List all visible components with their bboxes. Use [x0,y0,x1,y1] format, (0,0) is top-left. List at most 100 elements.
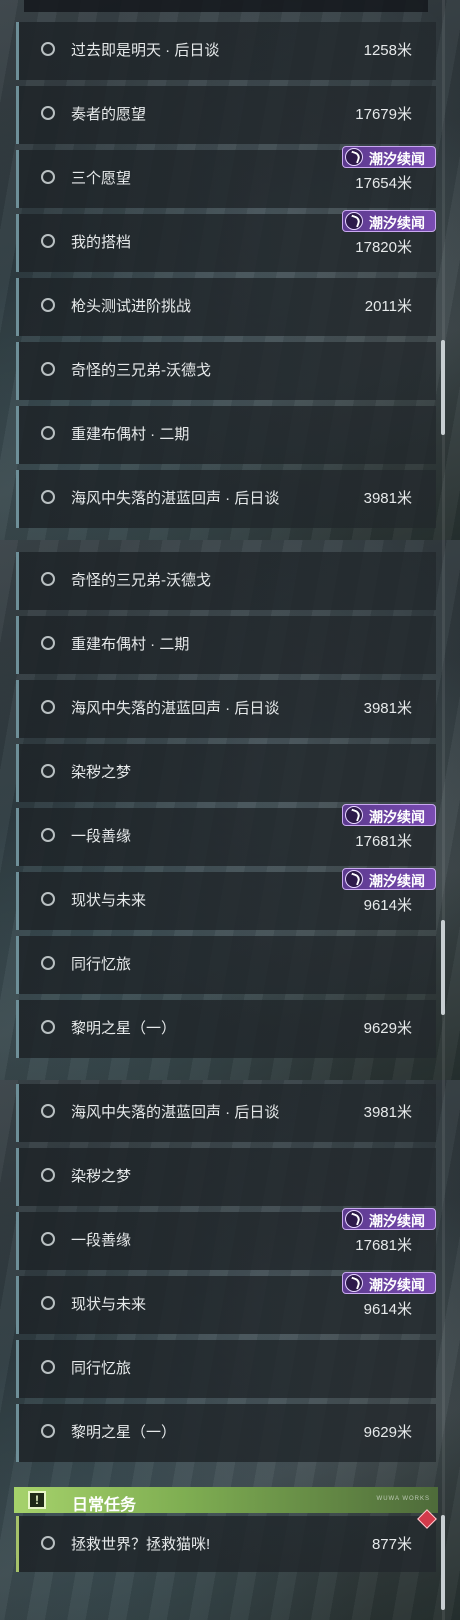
quest-row[interactable]: 海风中失落的湛蓝回声 · 后日谈 3981米 [16,470,436,528]
quest-distance: 877米 [371,1536,412,1553]
radio-icon[interactable] [41,106,55,120]
radio-icon[interactable] [41,1020,55,1034]
tide-badge: 潮汐续闻 [342,146,436,168]
radio-icon[interactable] [41,636,55,650]
quest-distance: 3981米 [363,700,412,717]
quest-row[interactable]: 同行忆旅 [16,936,436,994]
tide-icon [345,1274,363,1292]
quest-title: 现状与未来 [71,1296,147,1313]
exclamation-icon: ! [28,1491,46,1509]
quest-panel-2: 奇怪的三兄弟-沃德戈 重建布偶村 · 二期 海风中失落的湛蓝回声 · 后日谈 3… [0,540,460,1080]
quest-row[interactable]: 黎明之星（一） 9629米 [16,1000,436,1058]
tide-icon [345,870,363,888]
quest-title: 染秽之梦 [71,1168,132,1185]
radio-icon[interactable] [41,234,55,248]
quest-panel-1: 过去即是明天 · 后日谈 1258米 奏者的愿望 17679米 三个愿望 潮汐续… [0,0,460,540]
quest-row[interactable]: 海风中失落的湛蓝回声 · 后日谈 3981米 [16,1084,436,1142]
radio-icon[interactable] [41,828,55,842]
quest-distance: 9629米 [363,1424,412,1441]
radio-icon[interactable] [41,426,55,440]
quest-title: 现状与未来 [71,892,147,909]
quest-title: 奇怪的三兄弟-沃德戈 [71,362,211,379]
tide-badge: 潮汐续闻 [342,868,436,890]
radio-icon[interactable] [41,764,55,778]
top-edge [24,0,428,12]
quest-row[interactable]: 染秽之梦 [16,744,436,802]
quest-title: 拯救世界？拯救猫咪! [71,1536,211,1553]
quest-row[interactable]: 过去即是明天 · 后日谈 1258米 [16,22,436,80]
radio-icon[interactable] [41,1104,55,1118]
quest-title: 海风中失落的湛蓝回声 · 后日谈 [71,700,280,717]
scrollbar-thumb[interactable] [441,1515,445,1610]
quest-distance: 17654米 [355,175,412,192]
badge-label: 潮汐续闻 [369,1213,425,1229]
tide-icon [345,1210,363,1228]
radio-icon[interactable] [41,572,55,586]
quest-row[interactable]: 重建布偶村 · 二期 [16,406,436,464]
radio-icon[interactable] [41,1232,55,1246]
quest-row[interactable]: 一段善缘 潮汐续闻 17681米 [16,1208,436,1270]
quest-row[interactable]: 现状与未来 潮汐续闻 9614米 [16,1272,436,1334]
radio-icon[interactable] [41,170,55,184]
radio-icon[interactable] [41,1296,55,1310]
radio-icon[interactable] [41,298,55,312]
quest-distance: 3981米 [363,490,412,507]
scrollbar-thumb[interactable] [441,920,445,1015]
quest-title: 重建布偶村 · 二期 [71,426,190,443]
quest-row[interactable]: 奏者的愿望 17679米 [16,86,436,144]
badge-label: 潮汐续闻 [369,215,425,231]
quest-row[interactable]: 重建布偶村 · 二期 [16,616,436,674]
quest-distance: 3981米 [363,1104,412,1121]
quest-distance: 9629米 [363,1020,412,1037]
quest-title: 重建布偶村 · 二期 [71,636,190,653]
quest-row[interactable]: 染秽之梦 [16,1148,436,1206]
quest-title: 同行忆旅 [71,1360,132,1377]
radio-icon[interactable] [41,956,55,970]
quest-title: 染秽之梦 [71,764,132,781]
tide-badge: 潮汐续闻 [342,804,436,826]
scrollbar-thumb[interactable] [441,340,445,435]
quest-row[interactable]: 黎明之星（一） 9629米 [16,1404,436,1462]
badge-label: 潮汐续闻 [369,873,425,889]
quest-title: 枪头测试进阶挑战 [71,298,192,315]
scrollbar-track[interactable] [442,0,445,540]
quest-row[interactable]: 一段善缘 潮汐续闻 17681米 [16,804,436,866]
quest-row[interactable]: 我的搭档 潮汐续闻 17820米 [16,210,436,272]
quest-row[interactable]: 同行忆旅 [16,1340,436,1398]
quest-distance: 9614米 [363,1301,412,1318]
quest-row[interactable]: 三个愿望 潮汐续闻 17654米 [16,146,436,208]
tide-badge: 潮汐续闻 [342,1208,436,1230]
radio-icon[interactable] [41,892,55,906]
quest-title: 一段善缘 [71,828,132,845]
quest-row[interactable]: 海风中失落的湛蓝回声 · 后日谈 3981米 [16,680,436,738]
badge-label: 潮汐续闻 [369,809,425,825]
daily-quest-row[interactable]: 拯救世界？拯救猫咪! 877米 [16,1516,436,1572]
radio-icon[interactable] [41,42,55,56]
quest-title: 同行忆旅 [71,956,132,973]
quest-title: 过去即是明天 · 后日谈 [71,42,220,59]
radio-icon[interactable] [41,1536,55,1550]
quest-title: 海风中失落的湛蓝回声 · 后日谈 [71,490,280,507]
tide-icon [345,212,363,230]
quest-row[interactable]: 枪头测试进阶挑战 2011米 [16,278,436,336]
quest-title: 奏者的愿望 [71,106,147,123]
quest-distance: 17679米 [355,106,412,123]
radio-icon[interactable] [41,362,55,376]
quest-distance: 9614米 [363,897,412,914]
badge-label: 潮汐续闻 [369,1277,425,1293]
daily-quest-title: 日常任务 [72,1497,137,1514]
radio-icon[interactable] [41,490,55,504]
quest-title: 黎明之星（一） [71,1424,177,1441]
radio-icon[interactable] [41,700,55,714]
tide-badge: 潮汐续闻 [342,210,436,232]
daily-quest-header[interactable]: ! 日常任务 WUWA WORKS [14,1487,438,1514]
quest-distance: 17681米 [355,833,412,850]
tide-icon [345,806,363,824]
quest-row[interactable]: 奇怪的三兄弟-沃德戈 [16,342,436,400]
quest-row[interactable]: 奇怪的三兄弟-沃德戈 [16,552,436,610]
radio-icon[interactable] [41,1360,55,1374]
quest-row[interactable]: 现状与未来 潮汐续闻 9614米 [16,868,436,930]
radio-icon[interactable] [41,1168,55,1182]
quest-distance: 2011米 [364,298,412,315]
radio-icon[interactable] [41,1424,55,1438]
